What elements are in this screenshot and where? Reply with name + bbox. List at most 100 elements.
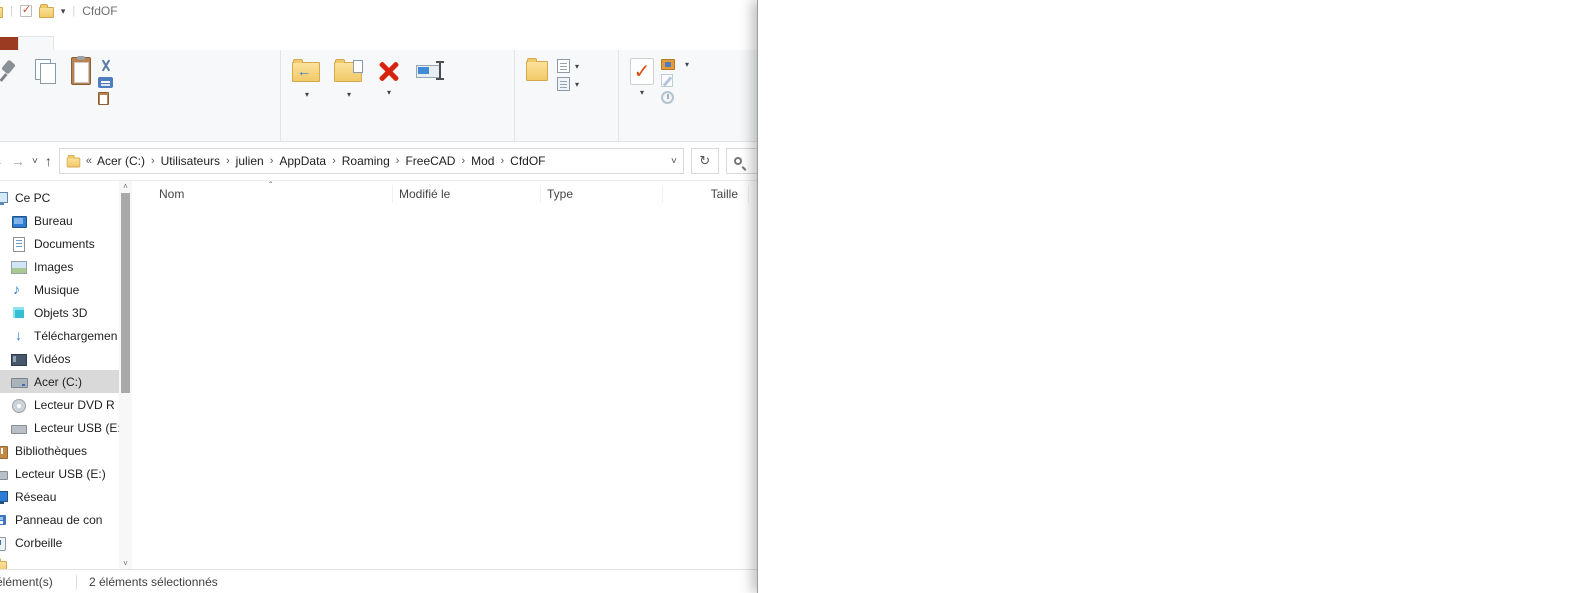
move-to-button[interactable]: ← ▾ xyxy=(287,54,327,123)
refresh-button[interactable]: ↻ xyxy=(690,148,719,174)
new-item-button[interactable]: ▾ xyxy=(557,77,579,91)
delete-button[interactable]: ▾ xyxy=(371,54,407,123)
recent-locations-icon[interactable]: ˅ xyxy=(32,156,38,167)
back-icon[interactable]: ← xyxy=(0,153,4,169)
properties-button[interactable]: ✓ ▾ xyxy=(625,54,659,123)
scroll-up-icon[interactable]: ˄ xyxy=(123,182,128,191)
history-button[interactable] xyxy=(661,91,689,104)
tab-affichage[interactable] xyxy=(88,37,122,50)
sidebar-item-icon xyxy=(11,421,27,435)
sidebar-item-panneau-de-con[interactable]: Panneau de con xyxy=(0,508,119,531)
sidebar-item-icon xyxy=(11,260,27,274)
paste-button[interactable] xyxy=(66,54,96,123)
rename-button[interactable] xyxy=(409,54,449,123)
sidebar-item-icon xyxy=(0,191,8,205)
sidebar-item-t-l-chargemen[interactable]: Téléchargemen xyxy=(0,324,119,347)
group-open: ✓ ▾ ▾ xyxy=(619,50,757,141)
copy-path-button[interactable] xyxy=(98,77,119,88)
breadcrumb-segment[interactable]: Roaming xyxy=(342,154,390,168)
file-list: Nom ˆ Modifié le Type Taille xyxy=(132,181,757,569)
breadcrumb-segment[interactable]: Utilisateurs xyxy=(161,154,220,168)
breadcrumb-segment[interactable]: CfdOF xyxy=(510,154,545,168)
sidebar-item-vid-os[interactable]: Vidéos xyxy=(0,347,119,370)
edit-button[interactable] xyxy=(661,74,689,87)
column-header-size[interactable]: Taille xyxy=(663,184,749,203)
group-clipboard xyxy=(0,50,281,141)
copy-to-button[interactable]: ▾ xyxy=(329,54,369,123)
sidebar-item-musique[interactable]: Musique xyxy=(0,278,119,301)
sidebar-item-label: Ce PC xyxy=(15,190,51,205)
search-input[interactable] xyxy=(725,148,757,174)
sidebar-item-objets-3d[interactable]: Objets 3D xyxy=(0,301,119,324)
scroll-down-icon[interactable]: ˅ xyxy=(123,559,128,568)
scrollbar-thumb[interactable] xyxy=(121,193,130,393)
sidebar-item-documents[interactable]: Documents xyxy=(0,232,119,255)
paste-shortcut-button[interactable] xyxy=(98,92,119,105)
forward-icon[interactable]: → xyxy=(11,153,25,169)
sidebar-item-ce-pc[interactable]: Ce PC xyxy=(0,186,119,209)
sidebar-item-images[interactable]: Images xyxy=(0,255,119,278)
breadcrumb-segment[interactable]: FreeCAD xyxy=(405,154,455,168)
ribbon: ← ▾ ▾ ▾ ▾ ▾ ✓ ▾ ▾ xyxy=(0,50,757,142)
sidebar-item-label: Panneau de con xyxy=(15,512,103,527)
sidebar-item-label: Images xyxy=(34,259,74,274)
navigation-pane: Ce PC Bureau Documents Images Musique Ob… xyxy=(0,181,119,569)
cut-button[interactable] xyxy=(98,59,119,73)
sidebar-item-acer-c[interactable]: Acer (C:) xyxy=(0,370,119,393)
search-icon xyxy=(733,157,742,165)
tab-partage[interactable] xyxy=(54,37,88,50)
status-bar: 9 élément(s) 2 éléments sélectionnés xyxy=(0,569,757,593)
app-folder-icon xyxy=(0,6,3,18)
group-organize: ← ▾ ▾ ▾ xyxy=(281,50,515,141)
column-header-name[interactable]: Nom ˆ xyxy=(141,181,393,203)
column-headers: Nom ˆ Modifié le Type Taille xyxy=(141,181,757,206)
breadcrumb-separator: › xyxy=(332,155,336,167)
sidebar-item-biblioth-ques[interactable]: Bibliothèques xyxy=(0,439,119,462)
new-folder-button[interactable] xyxy=(521,54,555,123)
breadcrumb-segment[interactable]: Acer (C:) xyxy=(97,154,145,168)
column-header-modified[interactable]: Modifié le xyxy=(393,184,541,203)
sidebar-item-bureau[interactable]: Bureau xyxy=(0,209,119,232)
copy-icon xyxy=(33,57,59,85)
sidebar-item-icon xyxy=(11,281,27,297)
breadcrumb-segment[interactable]: AppData xyxy=(279,154,326,168)
sidebar-item-lecteur-usb-e[interactable]: Lecteur USB (E:) xyxy=(0,462,119,485)
breadcrumb-segment[interactable]: julien xyxy=(236,154,264,168)
column-header-type[interactable]: Type xyxy=(541,184,663,203)
up-icon[interactable]: ↑ xyxy=(45,153,52,169)
sidebar-item-corbeille[interactable]: Corbeille xyxy=(0,531,119,554)
properties-qat-icon[interactable] xyxy=(19,3,32,17)
sidebar-item[interactable] xyxy=(0,554,119,569)
new-folder-icon xyxy=(526,58,550,83)
sidebar-item-icon xyxy=(0,490,8,504)
breadcrumb-segment[interactable]: Mod xyxy=(471,154,494,168)
sidebar-item-label: Lecteur DVD R xyxy=(34,397,115,412)
title-bar: | ▾ | CfdOF xyxy=(0,0,757,22)
paste-icon xyxy=(71,56,91,85)
breadcrumb[interactable]: « Acer (C:) › Utilisateurs › julien › AppData ›… xyxy=(58,148,684,174)
window-title: CfdOF xyxy=(82,4,118,18)
desktop: | ▾ | CfdOF xyxy=(0,0,1581,593)
open-button[interactable]: ▾ xyxy=(661,59,689,70)
copy-path-icon xyxy=(98,77,113,88)
qat-dropdown-icon[interactable]: ▾ xyxy=(61,6,66,17)
easy-access-button[interactable]: ▾ xyxy=(557,59,579,73)
sidebar-scrollbar[interactable]: ˄ ˅ xyxy=(119,181,132,569)
breadcrumb-separator: › xyxy=(226,155,230,167)
new-folder-qat-icon[interactable] xyxy=(38,3,54,18)
breadcrumb-separator: › xyxy=(461,155,466,167)
sidebar-item-icon xyxy=(0,513,8,527)
tab-accueil[interactable] xyxy=(18,36,54,50)
address-dropdown-icon[interactable]: ˅ xyxy=(671,156,677,167)
copy-button[interactable] xyxy=(28,54,64,123)
sidebar-item-icon xyxy=(11,352,27,366)
sidebar-item-r-seau[interactable]: Réseau xyxy=(0,485,119,508)
sidebar-item-lecteur-dvd-r[interactable]: Lecteur DVD R xyxy=(0,393,119,416)
tab-fichier[interactable] xyxy=(0,37,18,50)
pin-icon xyxy=(0,58,21,84)
sidebar-item-label: Téléchargemen xyxy=(34,328,118,343)
sidebar-item-lecteur-usb-e[interactable]: Lecteur USB (E: xyxy=(0,416,119,439)
pin-quick-access-button[interactable] xyxy=(0,54,26,123)
location-folder-icon xyxy=(66,154,81,167)
breadcrumb-separator: › xyxy=(500,155,505,167)
